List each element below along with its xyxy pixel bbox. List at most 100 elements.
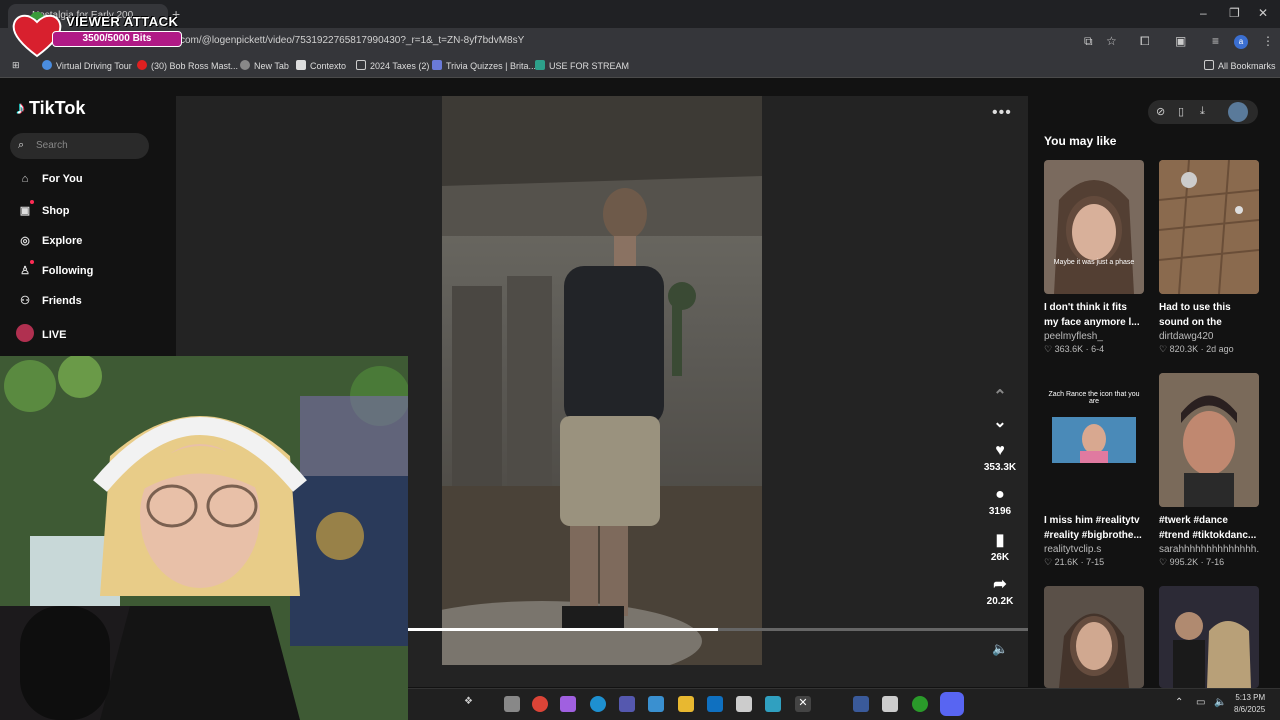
phone-icon[interactable]: ▯ bbox=[1178, 105, 1184, 118]
photos-icon[interactable] bbox=[648, 696, 664, 712]
steam-icon[interactable] bbox=[853, 696, 869, 712]
more-options-icon[interactable]: ••• bbox=[992, 104, 1012, 122]
download-icon[interactable]: ⤓ bbox=[1200, 105, 1205, 118]
address-bar[interactable]: com/@logenpickett/video/7531922765817990… bbox=[0, 28, 1280, 56]
card-thumbnail[interactable] bbox=[1159, 586, 1259, 688]
bookmark-item[interactable]: (30) Bob Ross Mast... bbox=[137, 60, 238, 71]
url-text[interactable]: com/@logenpickett/video/7531922765817990… bbox=[180, 35, 524, 46]
comment-icon: ● bbox=[995, 486, 1005, 503]
chevron-up-icon[interactable]: ⌃ bbox=[1175, 697, 1183, 708]
profile-avatar[interactable] bbox=[1228, 102, 1248, 122]
tiktok-note-icon: ♪ bbox=[16, 98, 25, 118]
taskbar-clock[interactable]: 5:13 PM 8/6/2025 bbox=[1234, 692, 1265, 716]
bookmark-item[interactable]: Virtual Driving Tour bbox=[42, 60, 132, 71]
capcut-icon[interactable]: ✕ bbox=[795, 696, 811, 712]
recommended-card[interactable]: #twerk #dance #trend #tiktokdanc... sara… bbox=[1159, 373, 1259, 568]
card-title[interactable]: #twerk #dance #trend #tiktokdanc... bbox=[1159, 513, 1259, 543]
thumbnail-image bbox=[1173, 612, 1251, 688]
bookmark-star-icon[interactable]: ☆ bbox=[1106, 34, 1117, 48]
comment-button[interactable]: ● 3196 bbox=[982, 486, 1018, 517]
card-username[interactable]: realitytvclip.s bbox=[1044, 544, 1144, 555]
next-video-icon[interactable]: ⌄ bbox=[982, 412, 1018, 434]
apps-grid-icon[interactable]: ⊞ bbox=[12, 60, 20, 71]
folder-icon bbox=[356, 60, 366, 70]
card-thumbnail[interactable] bbox=[1159, 160, 1259, 294]
card-stats: ♡ 363.6K · 6-4 bbox=[1044, 344, 1105, 354]
minimize-icon[interactable]: – bbox=[1200, 6, 1207, 20]
quiz-icon bbox=[432, 60, 442, 70]
bookmark-item[interactable]: USE FOR STREAM bbox=[535, 60, 629, 71]
share-arrow-icon: ➦ bbox=[993, 576, 1007, 593]
thumbnail-image bbox=[1059, 613, 1129, 688]
tiktok-logo[interactable]: ♪ TikTok bbox=[16, 98, 85, 119]
copilot-icon[interactable] bbox=[560, 696, 576, 712]
bookmark-item[interactable]: Contexto bbox=[296, 60, 346, 71]
volume-icon[interactable]: 🔈 bbox=[1214, 697, 1226, 708]
restore-icon[interactable]: ❐ bbox=[1229, 6, 1240, 20]
teams-icon[interactable] bbox=[619, 696, 635, 712]
contexto-icon bbox=[296, 60, 306, 70]
edge-icon[interactable] bbox=[590, 696, 606, 712]
card-thumbnail[interactable]: Maybe it was just a phase bbox=[1044, 160, 1144, 294]
file-icon[interactable] bbox=[504, 696, 520, 712]
prev-video-icon[interactable]: ⌃ bbox=[982, 386, 1018, 408]
outlook-icon[interactable] bbox=[707, 696, 723, 712]
nav-live[interactable]: LIVE bbox=[16, 324, 66, 342]
search-input[interactable]: ⌕ Search bbox=[10, 133, 149, 159]
network-icon[interactable]: ▭ bbox=[1196, 697, 1205, 708]
compass-icon[interactable]: ⊘ bbox=[1156, 105, 1165, 118]
volume-icon[interactable]: 🔈 bbox=[992, 641, 1008, 657]
recommended-card[interactable] bbox=[1044, 586, 1144, 688]
card-username[interactable]: sarahhhhhhhhhhhhhh... bbox=[1159, 544, 1259, 555]
nav-explore[interactable]: ◎ Explore bbox=[16, 234, 82, 247]
card-username[interactable]: dirtdawg420 bbox=[1159, 331, 1259, 342]
card-thumbnail[interactable]: Zach Rance the icon that you are bbox=[1044, 373, 1144, 507]
media-control-icon[interactable]: ≡ bbox=[1212, 34, 1219, 48]
menu-kebab-icon[interactable]: ⋮ bbox=[1262, 34, 1274, 48]
discord-icon[interactable] bbox=[940, 692, 964, 716]
share-button[interactable]: ➦ 20.2K bbox=[982, 574, 1018, 607]
recommended-card[interactable]: Zach Rance the icon that you are I miss … bbox=[1044, 373, 1144, 568]
bookmark-item[interactable]: New Tab bbox=[240, 60, 289, 71]
card-thumbnail[interactable] bbox=[1159, 373, 1259, 507]
sidebar-icon[interactable]: ▣ bbox=[1175, 34, 1186, 48]
nav-friends[interactable]: ⚇ Friends bbox=[16, 294, 82, 307]
recommended-card[interactable]: Maybe it was just a phase I don't think … bbox=[1044, 160, 1144, 355]
calculator-icon[interactable] bbox=[736, 696, 752, 712]
globe-icon bbox=[42, 60, 52, 70]
shop-bag-icon: ▣ bbox=[19, 205, 31, 217]
card-stats: ♡ 995.2K · 7-16 bbox=[1159, 557, 1225, 567]
you-may-like-heading: You may like bbox=[1044, 134, 1117, 148]
save-button[interactable]: ▮ 26K bbox=[982, 530, 1018, 563]
close-icon[interactable]: ✕ bbox=[1258, 6, 1268, 20]
nav-shop[interactable]: ▣ Shop bbox=[16, 204, 70, 217]
card-title[interactable]: I miss him #realitytv #reality #bigbroth… bbox=[1044, 513, 1144, 543]
recommended-card[interactable]: Had to use this sound on the origin... d… bbox=[1159, 160, 1259, 355]
nav-for-you[interactable]: ⌂ For You bbox=[16, 173, 83, 185]
nav-following[interactable]: ♙ Following bbox=[16, 264, 93, 277]
video-frame[interactable] bbox=[442, 96, 762, 665]
bookmark-item[interactable]: Trivia Quizzes | Brita... bbox=[432, 60, 536, 71]
profile-avatar[interactable]: a bbox=[1234, 35, 1248, 49]
recommended-card[interactable] bbox=[1159, 586, 1259, 688]
card-username[interactable]: peelmyflesh_ bbox=[1044, 331, 1144, 342]
like-button[interactable]: ♥ 353.3K bbox=[982, 442, 1018, 473]
bookmark-item[interactable]: 2024 Taxes (2) bbox=[356, 60, 429, 71]
all-bookmarks[interactable]: All Bookmarks bbox=[1204, 60, 1276, 71]
card-title[interactable]: I don't think it fits my face anymore l.… bbox=[1044, 300, 1144, 330]
video-progress-bar[interactable] bbox=[408, 628, 1028, 631]
card-title[interactable]: Had to use this sound on the origin... bbox=[1159, 300, 1259, 330]
heart-icon: ♥ bbox=[995, 442, 1005, 459]
store-icon[interactable] bbox=[765, 696, 781, 712]
folder-icon[interactable] bbox=[678, 696, 694, 712]
xbox-icon[interactable] bbox=[912, 696, 928, 712]
webcam-overlay bbox=[0, 356, 408, 720]
extensions-icon[interactable]: ⧠ bbox=[1140, 34, 1150, 49]
obs-icon[interactable] bbox=[882, 696, 898, 712]
card-thumbnail[interactable] bbox=[1044, 586, 1144, 688]
widgets-icon[interactable]: ❖ bbox=[464, 696, 480, 712]
chrome-icon[interactable] bbox=[532, 696, 548, 712]
live-avatar-icon bbox=[16, 324, 34, 342]
heart-icon: ♡ bbox=[1044, 344, 1055, 354]
install-app-icon[interactable]: ⧉ bbox=[1084, 34, 1093, 49]
